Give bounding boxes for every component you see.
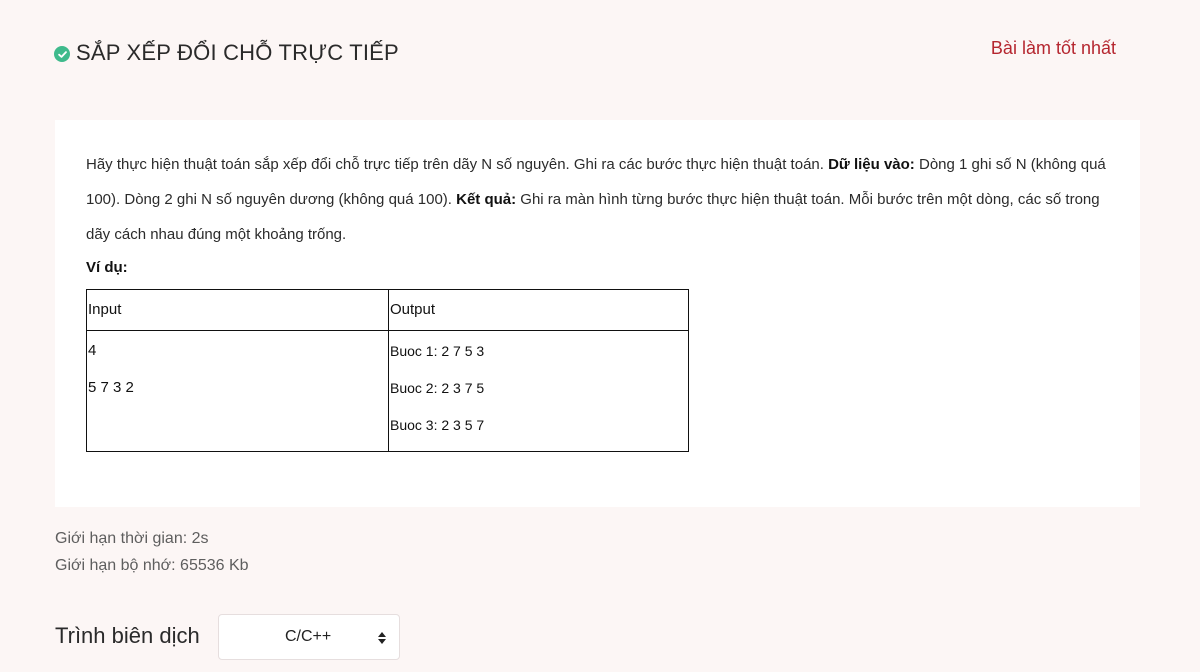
output-line: Buoc 3: 2 3 5 7 bbox=[390, 417, 485, 433]
output-line: Buoc 1: 2 7 5 3 bbox=[390, 343, 485, 359]
check-circle-icon bbox=[54, 46, 70, 62]
desc-text-1: Hãy thực hiện thuật toán sắp xếp đổi chỗ… bbox=[86, 156, 829, 173]
input-spec-label: Dữ liệu vào: bbox=[828, 156, 915, 173]
example-table: Input Output 4 5 7 3 2 Buoc 1: 2 7 5 3 B… bbox=[86, 289, 689, 452]
problem-description: Hãy thực hiện thuật toán sắp xếp đổi chỗ… bbox=[86, 147, 1116, 252]
memory-limit: Giới hạn bộ nhớ: 65536 Kb bbox=[55, 557, 249, 574]
problem-title: SẮP XẾP ĐỔI CHỖ TRỰC TIẾP bbox=[76, 40, 399, 65]
problem-page: SẮP XẾP ĐỔI CHỖ TRỰC TIẾP Bài làm tốt nh… bbox=[0, 0, 1200, 672]
example-header-row: Input Output bbox=[86, 289, 689, 331]
time-limit: Giới hạn thời gian: 2s bbox=[55, 530, 209, 547]
limits-block: Giới hạn thời gian: 2s Giới hạn bộ nhớ: … bbox=[55, 525, 249, 579]
input-line: 4 bbox=[88, 342, 97, 359]
title-row: SẮP XẾP ĐỔI CHỖ TRỰC TIẾP bbox=[54, 40, 399, 66]
output-line: Buoc 2: 2 3 7 5 bbox=[390, 380, 485, 396]
output-header: Output bbox=[388, 289, 689, 331]
example-data-row: 4 5 7 3 2 Buoc 1: 2 7 5 3 Buoc 2: 2 3 7 … bbox=[86, 330, 689, 452]
problem-statement-card: Hãy thực hiện thuật toán sắp xếp đổi chỗ… bbox=[55, 120, 1140, 507]
example-label: Ví dụ: bbox=[86, 259, 128, 276]
input-line: 5 7 3 2 bbox=[88, 379, 134, 396]
output-spec-label: Kết quả: bbox=[456, 191, 517, 208]
compiler-selected-value: C/C++ bbox=[285, 628, 332, 645]
input-header: Input bbox=[86, 289, 389, 331]
compiler-label: Trình biên dịch bbox=[55, 623, 200, 648]
compiler-select[interactable]: C/C++ bbox=[218, 614, 400, 660]
updown-arrows-icon bbox=[378, 632, 386, 644]
best-submission-link[interactable]: Bài làm tốt nhất bbox=[991, 38, 1116, 59]
output-cell: Buoc 1: 2 7 5 3 Buoc 2: 2 3 7 5 Buoc 3: … bbox=[388, 330, 689, 452]
input-cell: 4 5 7 3 2 bbox=[86, 330, 389, 452]
